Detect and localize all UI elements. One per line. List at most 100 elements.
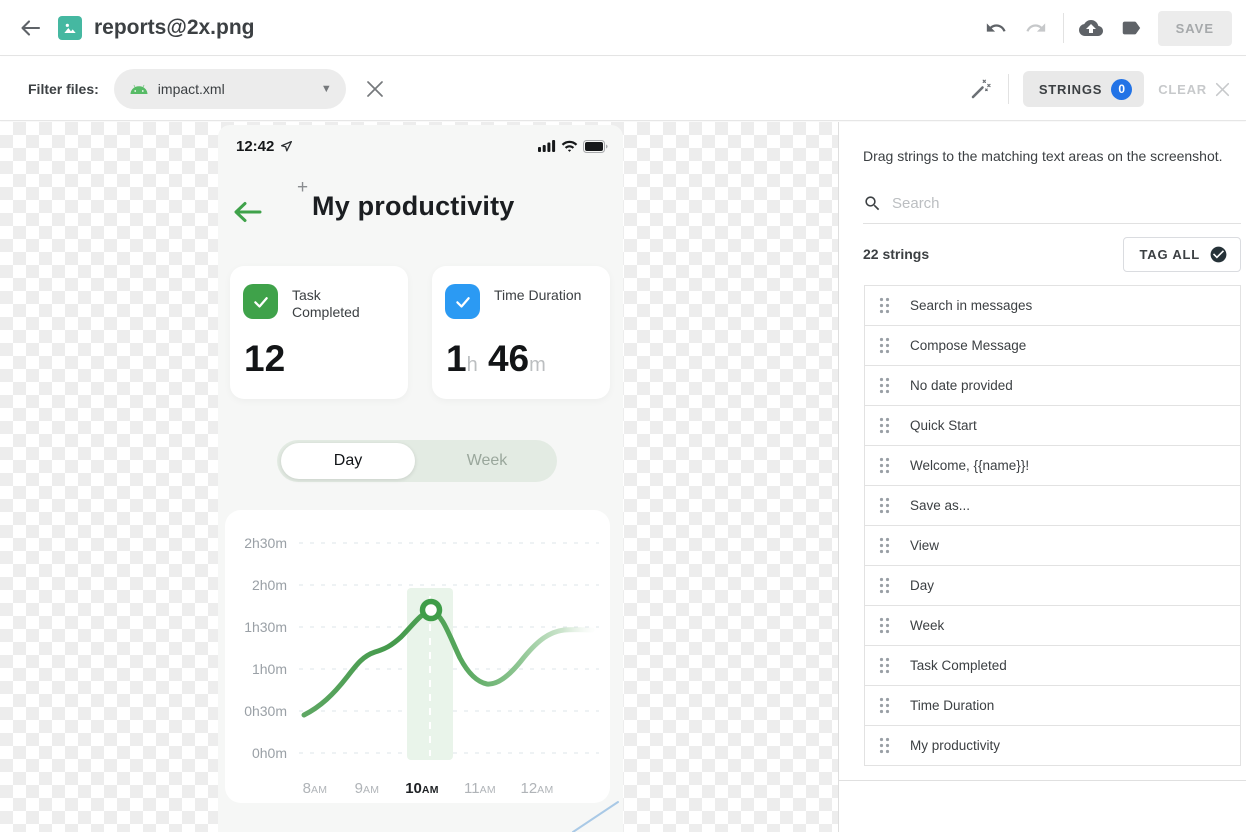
drag-handle-icon[interactable]: [879, 657, 890, 674]
string-label: Quick Start: [910, 418, 977, 433]
search-input[interactable]: [892, 195, 1241, 212]
battery-icon: [583, 140, 608, 153]
tag-plus-marker[interactable]: +: [297, 177, 308, 199]
undo-icon[interactable]: [983, 15, 1009, 41]
file-filter-dropdown[interactable]: impact.xml ▼: [114, 69, 346, 109]
drag-handle-icon[interactable]: [879, 417, 890, 434]
top-bar: reports@2x.png SAVE: [0, 0, 1246, 56]
drag-handle-icon[interactable]: [879, 497, 890, 514]
tag-all-button[interactable]: TAG ALL: [1123, 237, 1241, 272]
phone-screen-title: My productivity: [312, 191, 515, 222]
strings-toggle-button[interactable]: STRINGS 0: [1023, 71, 1144, 107]
drag-handle-icon[interactable]: [879, 297, 890, 314]
string-label: No date provided: [910, 378, 1013, 393]
string-row[interactable]: Compose Message: [865, 326, 1240, 366]
check-icon-green: [243, 284, 278, 319]
filter-bar: Filter files: impact.xml ▼ STRINGS 0 CLE…: [0, 57, 1246, 121]
decorative-wave-line: [563, 792, 623, 832]
cell-signal-icon: [538, 140, 556, 152]
string-row[interactable]: No date provided: [865, 366, 1240, 406]
drag-handle-icon[interactable]: [879, 457, 890, 474]
string-list: Search in messages Compose Message No da…: [864, 285, 1241, 766]
strings-label: STRINGS: [1039, 82, 1102, 97]
toggle-day-button[interactable]: Day: [281, 443, 415, 479]
search-icon: [863, 194, 882, 213]
page-title: reports@2x.png: [94, 16, 255, 40]
search-field[interactable]: [863, 184, 1241, 224]
productivity-chart-card: 2h30m 2h0m 1h30m 1h0m 0h30m 0h0m: [225, 510, 610, 803]
string-label: My productivity: [910, 738, 1000, 753]
x-axis-label: 9AM: [355, 780, 380, 797]
upload-icon[interactable]: [1078, 15, 1104, 41]
hours-unit: h: [467, 354, 478, 376]
tag-icon[interactable]: [1118, 15, 1144, 41]
panel-footer-divider: [839, 780, 1246, 781]
string-row[interactable]: Welcome, {{name}}!: [865, 446, 1240, 486]
productivity-line-chart: [225, 510, 610, 803]
string-label: Task Completed: [910, 658, 1007, 673]
string-label: View: [910, 538, 939, 553]
drag-handle-icon[interactable]: [879, 577, 890, 594]
x-axis-label: 8AM: [303, 780, 328, 797]
strings-count-badge: 0: [1111, 79, 1132, 100]
phone-back-arrow-icon[interactable]: [230, 198, 264, 226]
canvas-area: 12:42 + My productivity Task Completed: [0, 122, 1246, 832]
string-row[interactable]: Day: [865, 566, 1240, 606]
string-label: Save as...: [910, 498, 970, 513]
strings-count-row: 22 strings TAG ALL: [863, 234, 1241, 274]
string-row[interactable]: View: [865, 526, 1240, 566]
string-label: Welcome, {{name}}!: [910, 458, 1029, 473]
drag-handle-icon[interactable]: [879, 617, 890, 634]
phone-status-bar: 12:42: [236, 135, 608, 157]
strings-count-label: 22 strings: [863, 246, 929, 262]
drag-handle-icon[interactable]: [879, 697, 890, 714]
strings-panel: Drag strings to the matching text areas …: [838, 122, 1246, 832]
toggle-week-button[interactable]: Week: [417, 440, 557, 482]
string-row[interactable]: Task Completed: [865, 646, 1240, 686]
tag-all-label: TAG ALL: [1140, 247, 1200, 262]
panel-instruction: Drag strings to the matching text areas …: [863, 148, 1230, 164]
string-row[interactable]: Time Duration: [865, 686, 1240, 726]
x-axis-label: 11AM: [464, 780, 496, 797]
drag-handle-icon[interactable]: [879, 337, 890, 354]
string-label: Search in messages: [910, 298, 1032, 313]
toolbar-divider: [1008, 74, 1009, 104]
string-row[interactable]: My productivity: [865, 726, 1240, 766]
string-label: Compose Message: [910, 338, 1026, 353]
string-row[interactable]: Save as...: [865, 486, 1240, 526]
selected-file-name: impact.xml: [158, 81, 225, 97]
auto-tag-wand-icon[interactable]: [968, 76, 994, 102]
screenshot-editor: reports@2x.png SAVE Filter files: impact…: [0, 0, 1246, 832]
time-duration-label: Time Duration: [494, 287, 584, 304]
task-completed-label: Task Completed: [292, 287, 382, 321]
minutes-value: 46: [488, 338, 529, 379]
drag-handle-icon[interactable]: [879, 737, 890, 754]
day-week-toggle: Day Week: [277, 440, 557, 482]
string-row[interactable]: Quick Start: [865, 406, 1240, 446]
string-row[interactable]: Search in messages: [865, 286, 1240, 326]
status-time: 12:42: [236, 138, 274, 155]
drag-handle-icon[interactable]: [879, 377, 890, 394]
x-axis-label: 12AM: [520, 780, 553, 797]
peak-data-point[interactable]: [423, 602, 440, 619]
wifi-icon: [561, 140, 578, 153]
string-row[interactable]: Week: [865, 606, 1240, 646]
time-duration-value: 1h 46m: [446, 338, 546, 380]
redo-icon[interactable]: [1023, 15, 1049, 41]
screenshot-image[interactable]: 12:42 + My productivity Task Completed: [218, 125, 623, 832]
image-file-icon: [58, 16, 82, 40]
toolbar-divider: [1063, 13, 1064, 43]
string-label: Week: [910, 618, 944, 633]
minutes-unit: m: [529, 354, 546, 376]
filter-files-label: Filter files:: [28, 81, 99, 97]
save-button[interactable]: SAVE: [1158, 11, 1232, 46]
hours-value: 1: [446, 338, 467, 379]
check-circle-icon: [1209, 245, 1228, 264]
time-duration-card: Time Duration 1h 46m: [432, 266, 610, 399]
clear-tags-button[interactable]: CLEAR: [1158, 82, 1230, 97]
drag-handle-icon[interactable]: [879, 537, 890, 554]
filter-clear-icon[interactable]: [362, 76, 388, 102]
clear-x-icon: [1215, 82, 1230, 97]
x-axis-label-selected: 10AM: [405, 780, 439, 797]
back-arrow-icon[interactable]: [16, 14, 44, 42]
